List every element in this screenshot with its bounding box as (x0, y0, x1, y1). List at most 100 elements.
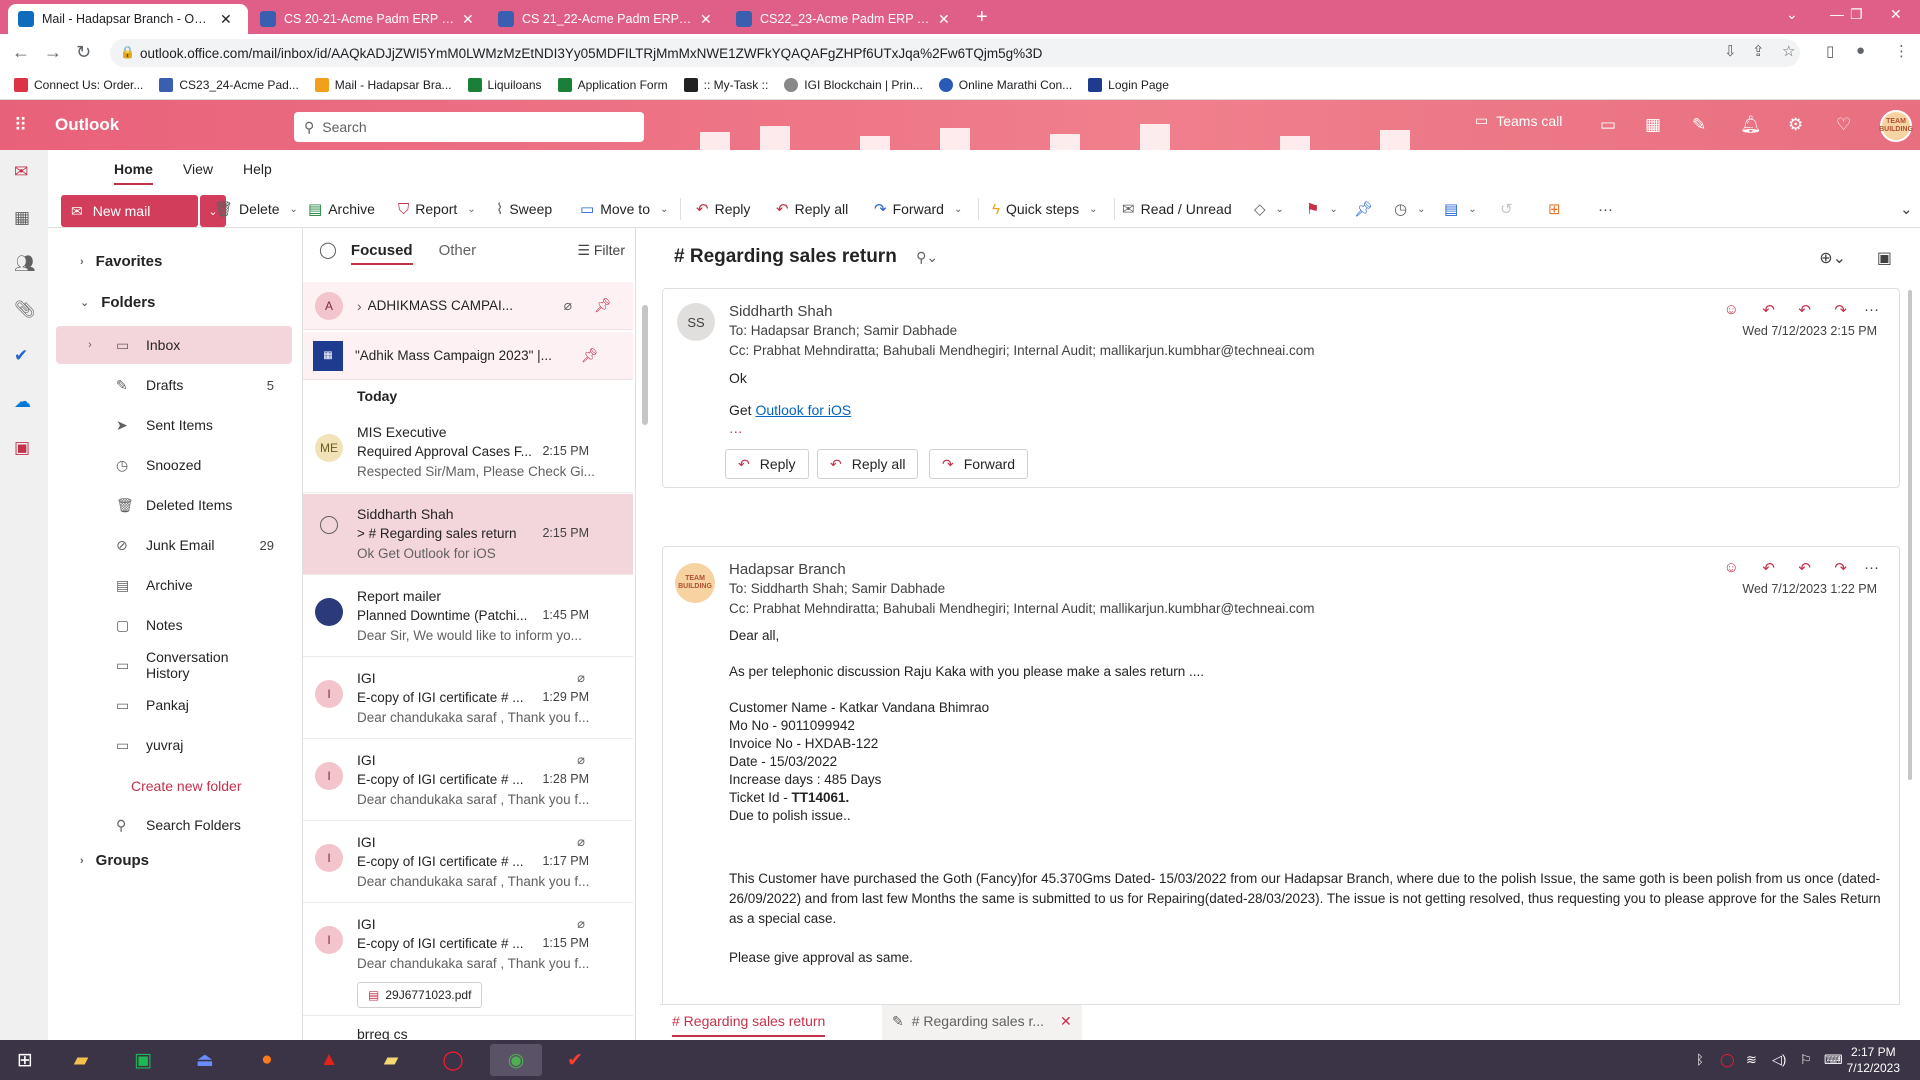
app-icon[interactable]: ⏏ (188, 1044, 222, 1076)
message-list-scrollbar[interactable] (642, 305, 648, 425)
folder-inbox[interactable]: › ▭ Inbox (56, 326, 292, 364)
pinned-message[interactable]: ▦ "Adhik Mass Campaign 2023" |... 📌︎ (303, 332, 633, 380)
outlook-ios-link[interactable]: Outlook for iOS (755, 402, 851, 418)
read-unread-button[interactable]: ✉ Read / Unread (1122, 195, 1232, 223)
forward-button[interactable]: ↷ Forward (929, 449, 1029, 479)
forward-icon[interactable]: ↷ (1834, 559, 1847, 577)
feedback-icon[interactable]: ✎ (1692, 115, 1706, 135)
reply-all-icon[interactable]: ↶ (1798, 559, 1811, 577)
share-icon[interactable]: ⇪ (1752, 42, 1765, 60)
bookmark-item[interactable]: Online Marathi Con... (938, 77, 1072, 92)
reply-all-button[interactable]: ↶ Reply all (776, 195, 848, 223)
list-item-selected[interactable]: Siddharth Shah > # Regarding sales retur… (303, 494, 633, 575)
onedrive-icon[interactable]: ☁ (14, 392, 31, 412)
close-icon[interactable]: ✕ (938, 11, 950, 28)
meet-now-icon[interactable]: ▭ (1600, 115, 1616, 135)
delete-button[interactable]: 🗑︎ Delete ⌄ (214, 195, 298, 223)
sensitivity-icon[interactable]: ⚲⌄ (916, 249, 938, 265)
emoji-icon[interactable]: ☺ (1724, 559, 1739, 576)
snooze-button[interactable]: ◷ ⌄ (1394, 195, 1425, 223)
folder-notes[interactable]: ▢ Notes (48, 606, 294, 644)
new-tab-button[interactable]: + (976, 6, 988, 29)
tab-view[interactable]: View (183, 161, 213, 177)
browser-tab-mail[interactable]: Mail - Hadapsar Branch - Outlook ✕ (8, 4, 248, 34)
list-item[interactable]: I IGI ⌀ E-copy of IGI certificate # ... … (303, 822, 633, 903)
emoji-icon[interactable]: ☺ (1724, 301, 1739, 318)
reply-icon[interactable]: ↶ (1762, 559, 1775, 577)
list-item[interactable]: Report mailer Planned Downtime (Patchi..… (303, 576, 633, 657)
back-icon[interactable]: ← (12, 42, 30, 63)
bluetooth-icon[interactable]: ᛒ (1696, 1052, 1704, 1067)
bookmark-item[interactable]: CS23_24-Acme Pad... (159, 77, 299, 92)
folder-deleted-items[interactable]: 🗑︎ Deleted Items (48, 486, 294, 524)
folder-archive[interactable]: ▤ Archive (48, 566, 294, 604)
files-icon[interactable]: ▰ (374, 1044, 408, 1076)
excel-icon[interactable]: ▣ (126, 1044, 160, 1076)
tab-home[interactable]: Home (114, 161, 153, 185)
filter-button[interactable]: ☰ Filter (577, 242, 625, 259)
sweep-button[interactable]: ⌇ Sweep (496, 195, 552, 223)
undo-button[interactable]: ↺ (1500, 195, 1513, 223)
show-more-button[interactable]: ··· (729, 423, 743, 441)
flag-icon[interactable]: ⚐ (1800, 1052, 1812, 1068)
pin-button[interactable]: 📌︎ (1354, 195, 1373, 223)
windows-start-icon[interactable]: ⊞ (8, 1044, 42, 1076)
close-window-button[interactable]: ✕ (1890, 6, 1902, 23)
bookmark-item[interactable]: IGI Blockchain | Prin... (784, 77, 923, 92)
search-input[interactable]: ⚲ Search (294, 112, 644, 142)
wifi-icon[interactable]: ≋ (1746, 1052, 1757, 1068)
menu-icon[interactable]: ⋮ (1894, 42, 1909, 60)
bookmark-item[interactable]: :: My-Task :: (683, 77, 768, 92)
zoom-icon[interactable]: ⊕⌄ (1819, 248, 1846, 268)
list-item-partial[interactable]: brreg cs (357, 1026, 408, 1040)
gear-icon[interactable]: ⚙ (1788, 115, 1803, 135)
list-item[interactable]: I IGI ⌀ E-copy of IGI certificate # ... … (303, 904, 633, 1016)
tab-help[interactable]: Help (243, 161, 272, 177)
tab-search-icon[interactable]: ⌄ (1786, 6, 1798, 23)
calendar-icon[interactable]: ▦ (14, 208, 30, 228)
acrobat-icon[interactable]: ▲ (312, 1044, 346, 1076)
ellipsis-icon[interactable]: ··· (1864, 559, 1879, 576)
browser-tab-cs2122[interactable]: CS 21_22-Acme Padm ERP Platform ✕ (488, 4, 724, 34)
input-icon[interactable]: ⌨ (1824, 1052, 1843, 1068)
star-icon[interactable]: ☆ (1782, 42, 1795, 60)
profile-icon[interactable]: ● (1856, 42, 1865, 59)
select-checkbox[interactable] (320, 516, 338, 534)
chrome-icon[interactable]: ◉ (490, 1044, 542, 1076)
draft-tab[interactable]: ✎ # Regarding sales r... ✕ (882, 1005, 1082, 1041)
draft-tab-active[interactable]: # Regarding sales return (672, 1013, 826, 1037)
my-day-icon[interactable]: ▦ (1645, 115, 1661, 135)
install-icon[interactable]: ⇩ (1724, 42, 1737, 60)
folder-pankaj[interactable]: ▭ Pankaj (48, 686, 294, 724)
folder-junk-email[interactable]: ⊘ Junk Email 29 (48, 526, 294, 564)
close-icon[interactable]: ✕ (220, 11, 232, 28)
folder-drafts[interactable]: ✎ Drafts 5 (48, 366, 294, 404)
tab-focused[interactable]: Focused (350, 242, 413, 265)
browser-tab-cs2223[interactable]: CS22_23-Acme Padm ERP Platform ✕ (726, 4, 962, 34)
teams-call-button[interactable]: ▭ Teams call (1475, 112, 1562, 129)
rules-button[interactable]: ▤ ⌄ (1444, 195, 1477, 223)
address-bar[interactable]: 🔒 outlook.office.com/mail/inbox/id/AAQkA… (110, 39, 1800, 67)
archive-button[interactable]: ▤ Archive (308, 195, 375, 223)
vivaldi-icon[interactable]: ✔ (558, 1044, 592, 1076)
firefox-icon[interactable]: ● (250, 1044, 284, 1076)
favorites-header[interactable]: › Favorites (80, 253, 162, 270)
outlook-brand[interactable]: Outlook (55, 115, 119, 135)
bookmark-item[interactable]: Application Form (557, 77, 668, 92)
close-icon[interactable]: ✕ (462, 11, 474, 28)
bookmark-item[interactable]: Mail - Hadapsar Bra... (314, 77, 452, 92)
avatar[interactable]: TEAM BUILDING (1879, 110, 1913, 142)
reply-button[interactable]: ↶ Reply (696, 195, 750, 223)
create-new-folder-link[interactable]: Create new folder (131, 778, 242, 794)
restore-button[interactable]: ❐ (1850, 6, 1863, 23)
forward-button[interactable]: ↷ Forward ⌄ (874, 195, 962, 223)
bookmark-item[interactable]: Liquiloans (467, 77, 542, 92)
reply-all-button[interactable]: ↶ Reply all (817, 449, 919, 479)
app-launcher-icon[interactable]: ⠿ (14, 115, 27, 136)
minimize-button[interactable]: — (1830, 6, 1844, 22)
collapse-ribbon-button[interactable]: ⌄ (1900, 195, 1913, 223)
pin-icon[interactable]: 📌︎ (594, 297, 612, 314)
reply-button[interactable]: ↶ Reply (725, 449, 809, 479)
search-folders[interactable]: ⚲ Search Folders (48, 806, 294, 844)
volume-icon[interactable]: ◁) (1772, 1052, 1786, 1068)
